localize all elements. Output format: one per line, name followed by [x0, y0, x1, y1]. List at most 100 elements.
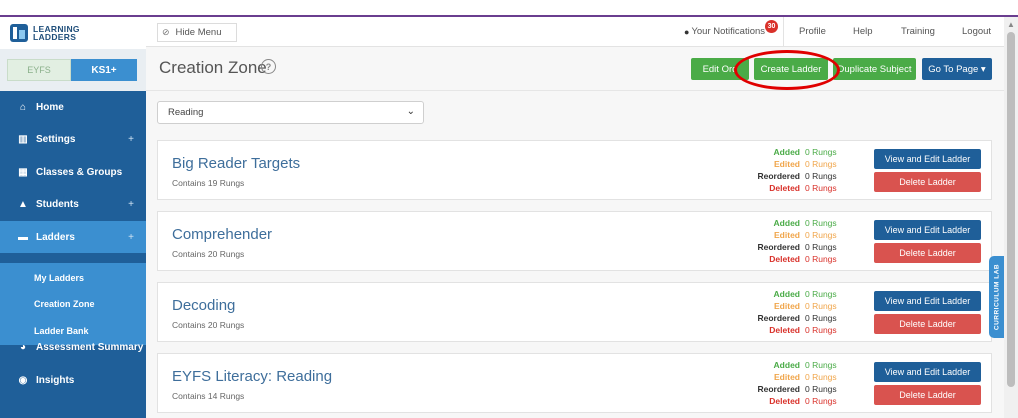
edited-label: Edited [774, 301, 800, 311]
added-value: 0 Rungs [805, 289, 837, 299]
sidebar-item-label: Assessment Summary [36, 341, 144, 353]
notifications-link[interactable]: ● Your Notifications [684, 26, 765, 37]
ladder-card: Big Reader Targets Contains 19 Rungs Add… [157, 140, 992, 200]
divider [783, 17, 784, 47]
go-to-page-button[interactable]: Go To Page ▾ [922, 58, 992, 80]
sidebar: LEARNING LADDERS EYFS KS1+ ⌂ Home ▥ Sett… [0, 17, 146, 418]
curriculum-lab-label: CURRICULUM LAB [993, 263, 1001, 331]
edited-value: 0 Rungs [805, 230, 837, 240]
deleted-value: 0 Rungs [805, 325, 837, 335]
sidebar-item-settings[interactable]: ▥ Settings + [0, 123, 146, 155]
logout-link[interactable]: Logout [962, 26, 991, 37]
sidebar-item-label: Home [36, 101, 64, 113]
added-value: 0 Rungs [805, 360, 837, 370]
stage-ks1-button[interactable]: KS1+ [71, 59, 137, 81]
deleted-label: Deleted [769, 396, 800, 406]
ladder-title[interactable]: Big Reader Targets [172, 155, 300, 172]
training-link[interactable]: Training [901, 26, 935, 37]
sidebar-item-students[interactable]: ▲ Students + [0, 188, 146, 220]
delete-ladder-button[interactable]: Delete Ladder [874, 314, 981, 334]
bank-icon: ▥ [18, 133, 28, 145]
sidebar-item-label: Settings [36, 133, 76, 145]
highlight-annotation-circle [734, 50, 840, 90]
ladder-rung-count: Contains 20 Rungs [172, 249, 245, 259]
home-icon: ⌂ [19, 101, 27, 113]
sidebar-item-label: Ladders [36, 231, 75, 243]
page-scrollbar[interactable]: ▲ [1004, 17, 1018, 418]
deleted-label: Deleted [769, 325, 800, 335]
stage-eyfs-button[interactable]: EYFS [7, 59, 71, 81]
ladder-title[interactable]: Decoding [172, 297, 235, 314]
logo-line-2: LADDERS [33, 32, 77, 42]
sidebar-item-classes-groups[interactable]: ▦ Classes & Groups [0, 156, 146, 188]
ladder-rung-count: Contains 20 Rungs [172, 320, 245, 330]
deleted-value: 0 Rungs [805, 183, 837, 193]
deleted-label: Deleted [769, 254, 800, 264]
expand-plus-icon: + [128, 198, 134, 210]
expand-plus-icon: + [128, 133, 134, 145]
scrollbar-thumb[interactable] [1007, 32, 1015, 387]
ladder-card: Comprehender Contains 20 Rungs Added 0 R… [157, 211, 992, 271]
sidebar-item-ladders[interactable]: ▬ Ladders + [0, 221, 146, 253]
sidebar-subitem-creation-zone[interactable]: Creation Zone [34, 299, 95, 309]
expand-plus-icon: + [128, 231, 134, 243]
delete-ladder-button[interactable]: Delete Ladder [874, 385, 981, 405]
notifications-label: Your Notifications [691, 26, 766, 37]
added-label: Added [773, 360, 800, 370]
view-edit-ladder-button[interactable]: View and Edit Ladder [874, 362, 981, 382]
subject-select[interactable]: Reading ⌄ [157, 101, 424, 124]
duplicate-subject-button[interactable]: Duplicate Subject [833, 58, 916, 80]
added-value: 0 Rungs [805, 218, 837, 228]
ladder-title[interactable]: Comprehender [172, 226, 272, 243]
pie-chart-icon: ◕ [19, 341, 27, 353]
edited-label: Edited [774, 230, 800, 240]
ladder-card: Decoding Contains 20 Rungs Added 0 Rungs… [157, 282, 992, 342]
book-icon: ▬ [18, 231, 28, 243]
page-title: Creation Zone [159, 58, 267, 77]
edited-value: 0 Rungs [805, 301, 837, 311]
reordered-label: Reordered [757, 313, 800, 323]
sidebar-item-label: Classes & Groups [36, 166, 123, 178]
edited-value: 0 Rungs [805, 372, 837, 382]
scroll-up-arrow-icon[interactable]: ▲ [1007, 20, 1015, 29]
sidebar-item-label: Insights [36, 374, 75, 386]
help-link[interactable]: Help [853, 26, 873, 37]
delete-ladder-button[interactable]: Delete Ladder [874, 172, 981, 192]
subject-select-value: Reading [168, 107, 204, 118]
delete-ladder-button[interactable]: Delete Ladder [874, 243, 981, 263]
edited-label: Edited [774, 372, 800, 382]
top-bar: ⊘ Hide Menu ● Your Notifications 30 Prof… [146, 17, 1004, 47]
grid-icon: ▦ [18, 166, 28, 178]
logo-mark-icon [10, 24, 28, 42]
deleted-label: Deleted [769, 183, 800, 193]
view-edit-ladder-button[interactable]: View and Edit Ladder [874, 149, 981, 169]
reordered-value: 0 Rungs [805, 384, 837, 394]
ladder-rung-count: Contains 19 Rungs [172, 178, 245, 188]
sidebar-item-assessment-summary[interactable]: ◕ Assessment Summary [0, 331, 146, 363]
sidebar-subitem-my-ladders[interactable]: My Ladders [34, 273, 84, 283]
edited-value: 0 Rungs [805, 159, 837, 169]
hide-menu-button[interactable]: ⊘ Hide Menu [157, 23, 237, 42]
stage-toggle: EYFS KS1+ [0, 49, 146, 91]
app-logo[interactable]: LEARNING LADDERS [0, 17, 146, 49]
edited-label: Edited [774, 159, 800, 169]
hide-menu-label: Hide Menu [175, 27, 222, 38]
sidebar-item-home[interactable]: ⌂ Home [0, 91, 146, 123]
chat-bubbles-icon: ● [684, 26, 690, 37]
sidebar-item-label: Students [36, 198, 79, 210]
reordered-label: Reordered [757, 171, 800, 181]
graduation-cap-icon: ▲ [18, 198, 28, 210]
ladder-title[interactable]: EYFS Literacy: Reading [172, 368, 332, 385]
ladder-rung-count: Contains 14 Rungs [172, 391, 245, 401]
profile-link[interactable]: Profile [799, 26, 826, 37]
sidebar-item-insights[interactable]: ◉ Insights [0, 364, 146, 396]
view-edit-ladder-button[interactable]: View and Edit Ladder [874, 220, 981, 240]
chevron-down-icon: ⌄ [406, 106, 415, 117]
reordered-value: 0 Rungs [805, 313, 837, 323]
added-label: Added [773, 218, 800, 228]
reordered-value: 0 Rungs [805, 171, 837, 181]
help-circle-icon[interactable]: ? [261, 59, 276, 74]
view-edit-ladder-button[interactable]: View and Edit Ladder [874, 291, 981, 311]
eye-slash-icon: ⊘ [162, 27, 170, 37]
deleted-value: 0 Rungs [805, 396, 837, 406]
